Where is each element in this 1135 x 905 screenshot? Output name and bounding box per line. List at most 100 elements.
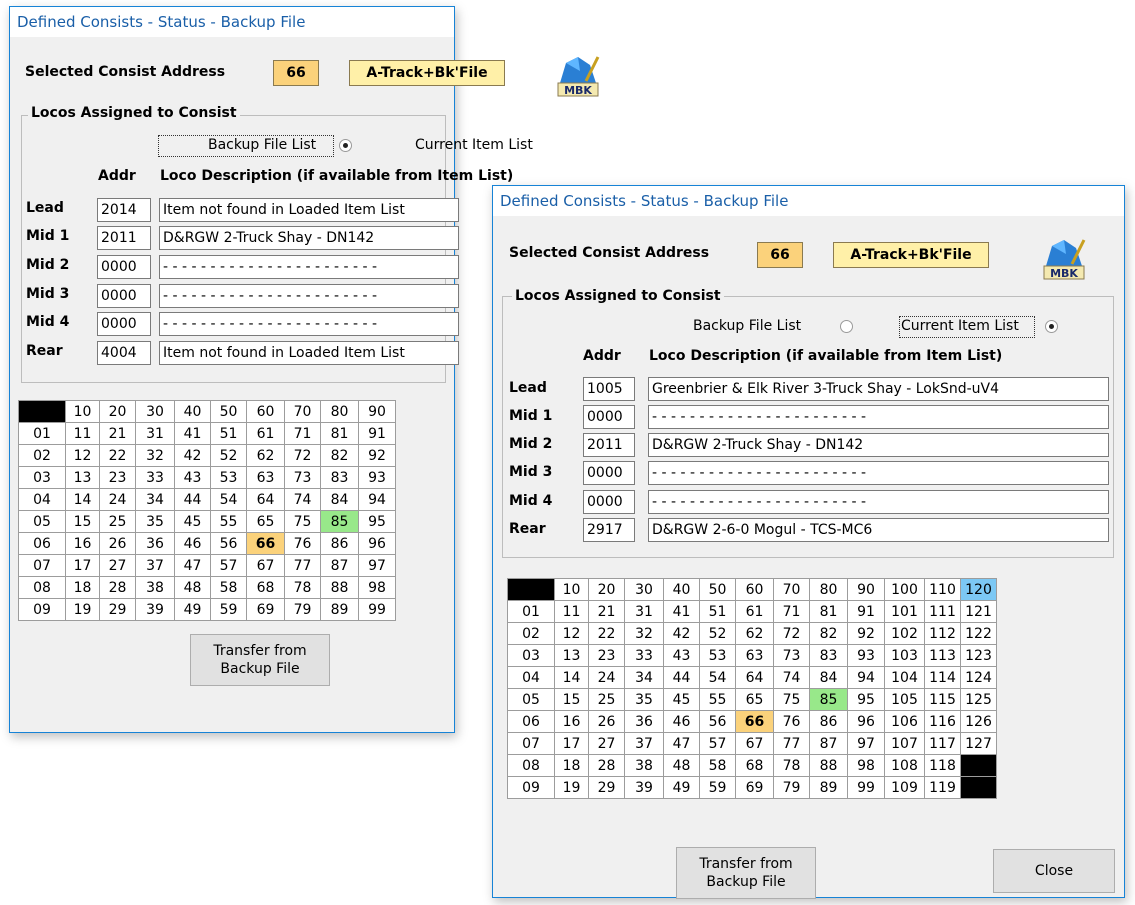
desc-field-rear[interactable]: D&RGW 2-6-0 Mogul - TCS-MC6 <box>648 518 1109 542</box>
grid-cell-79[interactable]: 79 <box>773 776 810 799</box>
addr-field-mid4[interactable]: 0000 <box>97 312 151 336</box>
grid-cell-72[interactable]: 72 <box>284 444 321 467</box>
grid-cell-77[interactable]: 77 <box>773 732 810 755</box>
grid-cell-55[interactable]: 55 <box>210 510 247 533</box>
grid-cell-05[interactable]: 05 <box>18 510 66 533</box>
grid-cell-86[interactable]: 86 <box>809 710 848 733</box>
grid-cell-89[interactable]: 89 <box>809 776 848 799</box>
grid-cell-82[interactable]: 82 <box>809 622 848 645</box>
radio-backup-label[interactable]: Backup File List <box>208 137 316 153</box>
grid-cell-87[interactable]: 87 <box>809 732 848 755</box>
grid-cell-123[interactable]: 123 <box>960 644 997 667</box>
grid-cell-119[interactable]: 119 <box>924 776 961 799</box>
close-button[interactable]: Close <box>993 849 1115 893</box>
radio-backup-label[interactable]: Backup File List <box>693 318 801 334</box>
grid-cell-106[interactable]: 106 <box>884 710 925 733</box>
grid-cell-26[interactable]: 26 <box>588 710 625 733</box>
grid-cell-32[interactable]: 32 <box>135 444 175 467</box>
radio-current-label[interactable]: Current Item List <box>901 318 1019 334</box>
grid-cell-07[interactable]: 07 <box>18 554 66 577</box>
grid-cell-60[interactable]: 60 <box>246 400 285 423</box>
grid-cell-120[interactable]: 120 <box>960 578 997 601</box>
addr-field-rear[interactable]: 4004 <box>97 341 151 365</box>
grid-cell-82[interactable]: 82 <box>320 444 359 467</box>
grid-cell-122[interactable]: 122 <box>960 622 997 645</box>
grid-cell-93[interactable]: 93 <box>358 466 396 489</box>
grid-cell-93[interactable]: 93 <box>847 644 885 667</box>
grid-cell-02[interactable]: 02 <box>507 622 555 645</box>
desc-field-mid4[interactable]: - - - - - - - - - - - - - - - - - - - - … <box>159 312 459 336</box>
grid-cell-61[interactable]: 61 <box>735 600 774 623</box>
grid-cell-102[interactable]: 102 <box>884 622 925 645</box>
grid-cell-32[interactable]: 32 <box>624 622 664 645</box>
grid-cell-16[interactable]: 16 <box>554 710 589 733</box>
grid-cell-14[interactable]: 14 <box>65 488 100 511</box>
grid-cell-69[interactable]: 69 <box>735 776 774 799</box>
grid-cell-68[interactable]: 68 <box>246 576 285 599</box>
grid-cell-18[interactable]: 18 <box>65 576 100 599</box>
grid-cell-34[interactable]: 34 <box>135 488 175 511</box>
grid-cell-83[interactable]: 83 <box>320 466 359 489</box>
grid-cell-29[interactable]: 29 <box>588 776 625 799</box>
grid-cell-13[interactable]: 13 <box>65 466 100 489</box>
grid-cell-06[interactable]: 06 <box>507 710 555 733</box>
grid-cell-55[interactable]: 55 <box>699 688 736 711</box>
grid-cell-94[interactable]: 94 <box>358 488 396 511</box>
grid-cell-36[interactable]: 36 <box>624 710 664 733</box>
grid-cell-52[interactable]: 52 <box>699 622 736 645</box>
grid-cell-04[interactable]: 04 <box>507 666 555 689</box>
grid-cell-127[interactable]: 127 <box>960 732 997 755</box>
grid-cell-72[interactable]: 72 <box>773 622 810 645</box>
grid-cell-19[interactable]: 19 <box>65 598 100 621</box>
grid-cell-108[interactable]: 108 <box>884 754 925 777</box>
grid-cell-51[interactable]: 51 <box>699 600 736 623</box>
grid-cell-17[interactable]: 17 <box>554 732 589 755</box>
grid-cell-60[interactable]: 60 <box>735 578 774 601</box>
grid-cell-124[interactable]: 124 <box>960 666 997 689</box>
grid-cell-89[interactable]: 89 <box>320 598 359 621</box>
grid-cell-49[interactable]: 49 <box>663 776 700 799</box>
grid-cell-98[interactable]: 98 <box>358 576 396 599</box>
grid-cell-121[interactable]: 121 <box>960 600 997 623</box>
grid-cell-88[interactable]: 88 <box>809 754 848 777</box>
grid-cell-91[interactable]: 91 <box>358 422 396 445</box>
grid-cell-33[interactable]: 33 <box>135 466 175 489</box>
grid-cell-58[interactable]: 58 <box>699 754 736 777</box>
grid-cell-43[interactable]: 43 <box>174 466 211 489</box>
addr-field-mid2[interactable]: 2011 <box>583 433 635 457</box>
grid-cell-26[interactable]: 26 <box>99 532 136 555</box>
grid-cell-45[interactable]: 45 <box>663 688 700 711</box>
grid-cell-05[interactable]: 05 <box>507 688 555 711</box>
grid-cell-46[interactable]: 46 <box>663 710 700 733</box>
desc-field-mid1[interactable]: D&RGW 2-Truck Shay - DN142 <box>159 226 459 250</box>
grid-cell-11[interactable]: 11 <box>65 422 100 445</box>
grid-cell-49[interactable]: 49 <box>174 598 211 621</box>
grid-cell-02[interactable]: 02 <box>18 444 66 467</box>
grid-cell-48[interactable]: 48 <box>174 576 211 599</box>
grid-cell-30[interactable]: 30 <box>624 578 664 601</box>
addr-field-mid3[interactable]: 0000 <box>583 461 635 485</box>
transfer-from-backup-button[interactable]: Transfer from Backup File <box>190 634 330 686</box>
grid-cell-07[interactable]: 07 <box>507 732 555 755</box>
grid-cell-22[interactable]: 22 <box>588 622 625 645</box>
grid-cell-88[interactable]: 88 <box>320 576 359 599</box>
grid-cell-65[interactable]: 65 <box>735 688 774 711</box>
grid-cell-75[interactable]: 75 <box>773 688 810 711</box>
grid-cell-115[interactable]: 115 <box>924 688 961 711</box>
grid-cell-56[interactable]: 56 <box>699 710 736 733</box>
grid-cell-114[interactable]: 114 <box>924 666 961 689</box>
grid-cell-40[interactable]: 40 <box>174 400 211 423</box>
grid-cell-39[interactable]: 39 <box>624 776 664 799</box>
grid-cell-18[interactable]: 18 <box>554 754 589 777</box>
grid-cell-90[interactable]: 90 <box>358 400 396 423</box>
grid-cell-08[interactable]: 08 <box>18 576 66 599</box>
grid-cell-62[interactable]: 62 <box>735 622 774 645</box>
grid-cell-28[interactable]: 28 <box>588 754 625 777</box>
grid-cell-24[interactable]: 24 <box>99 488 136 511</box>
grid-cell-74[interactable]: 74 <box>773 666 810 689</box>
grid-cell-95[interactable]: 95 <box>847 688 885 711</box>
grid-cell-68[interactable]: 68 <box>735 754 774 777</box>
radio-backup-file-list[interactable] <box>840 320 853 333</box>
radio-current-label[interactable]: Current Item List <box>415 137 533 153</box>
grid-cell-63[interactable]: 63 <box>246 466 285 489</box>
